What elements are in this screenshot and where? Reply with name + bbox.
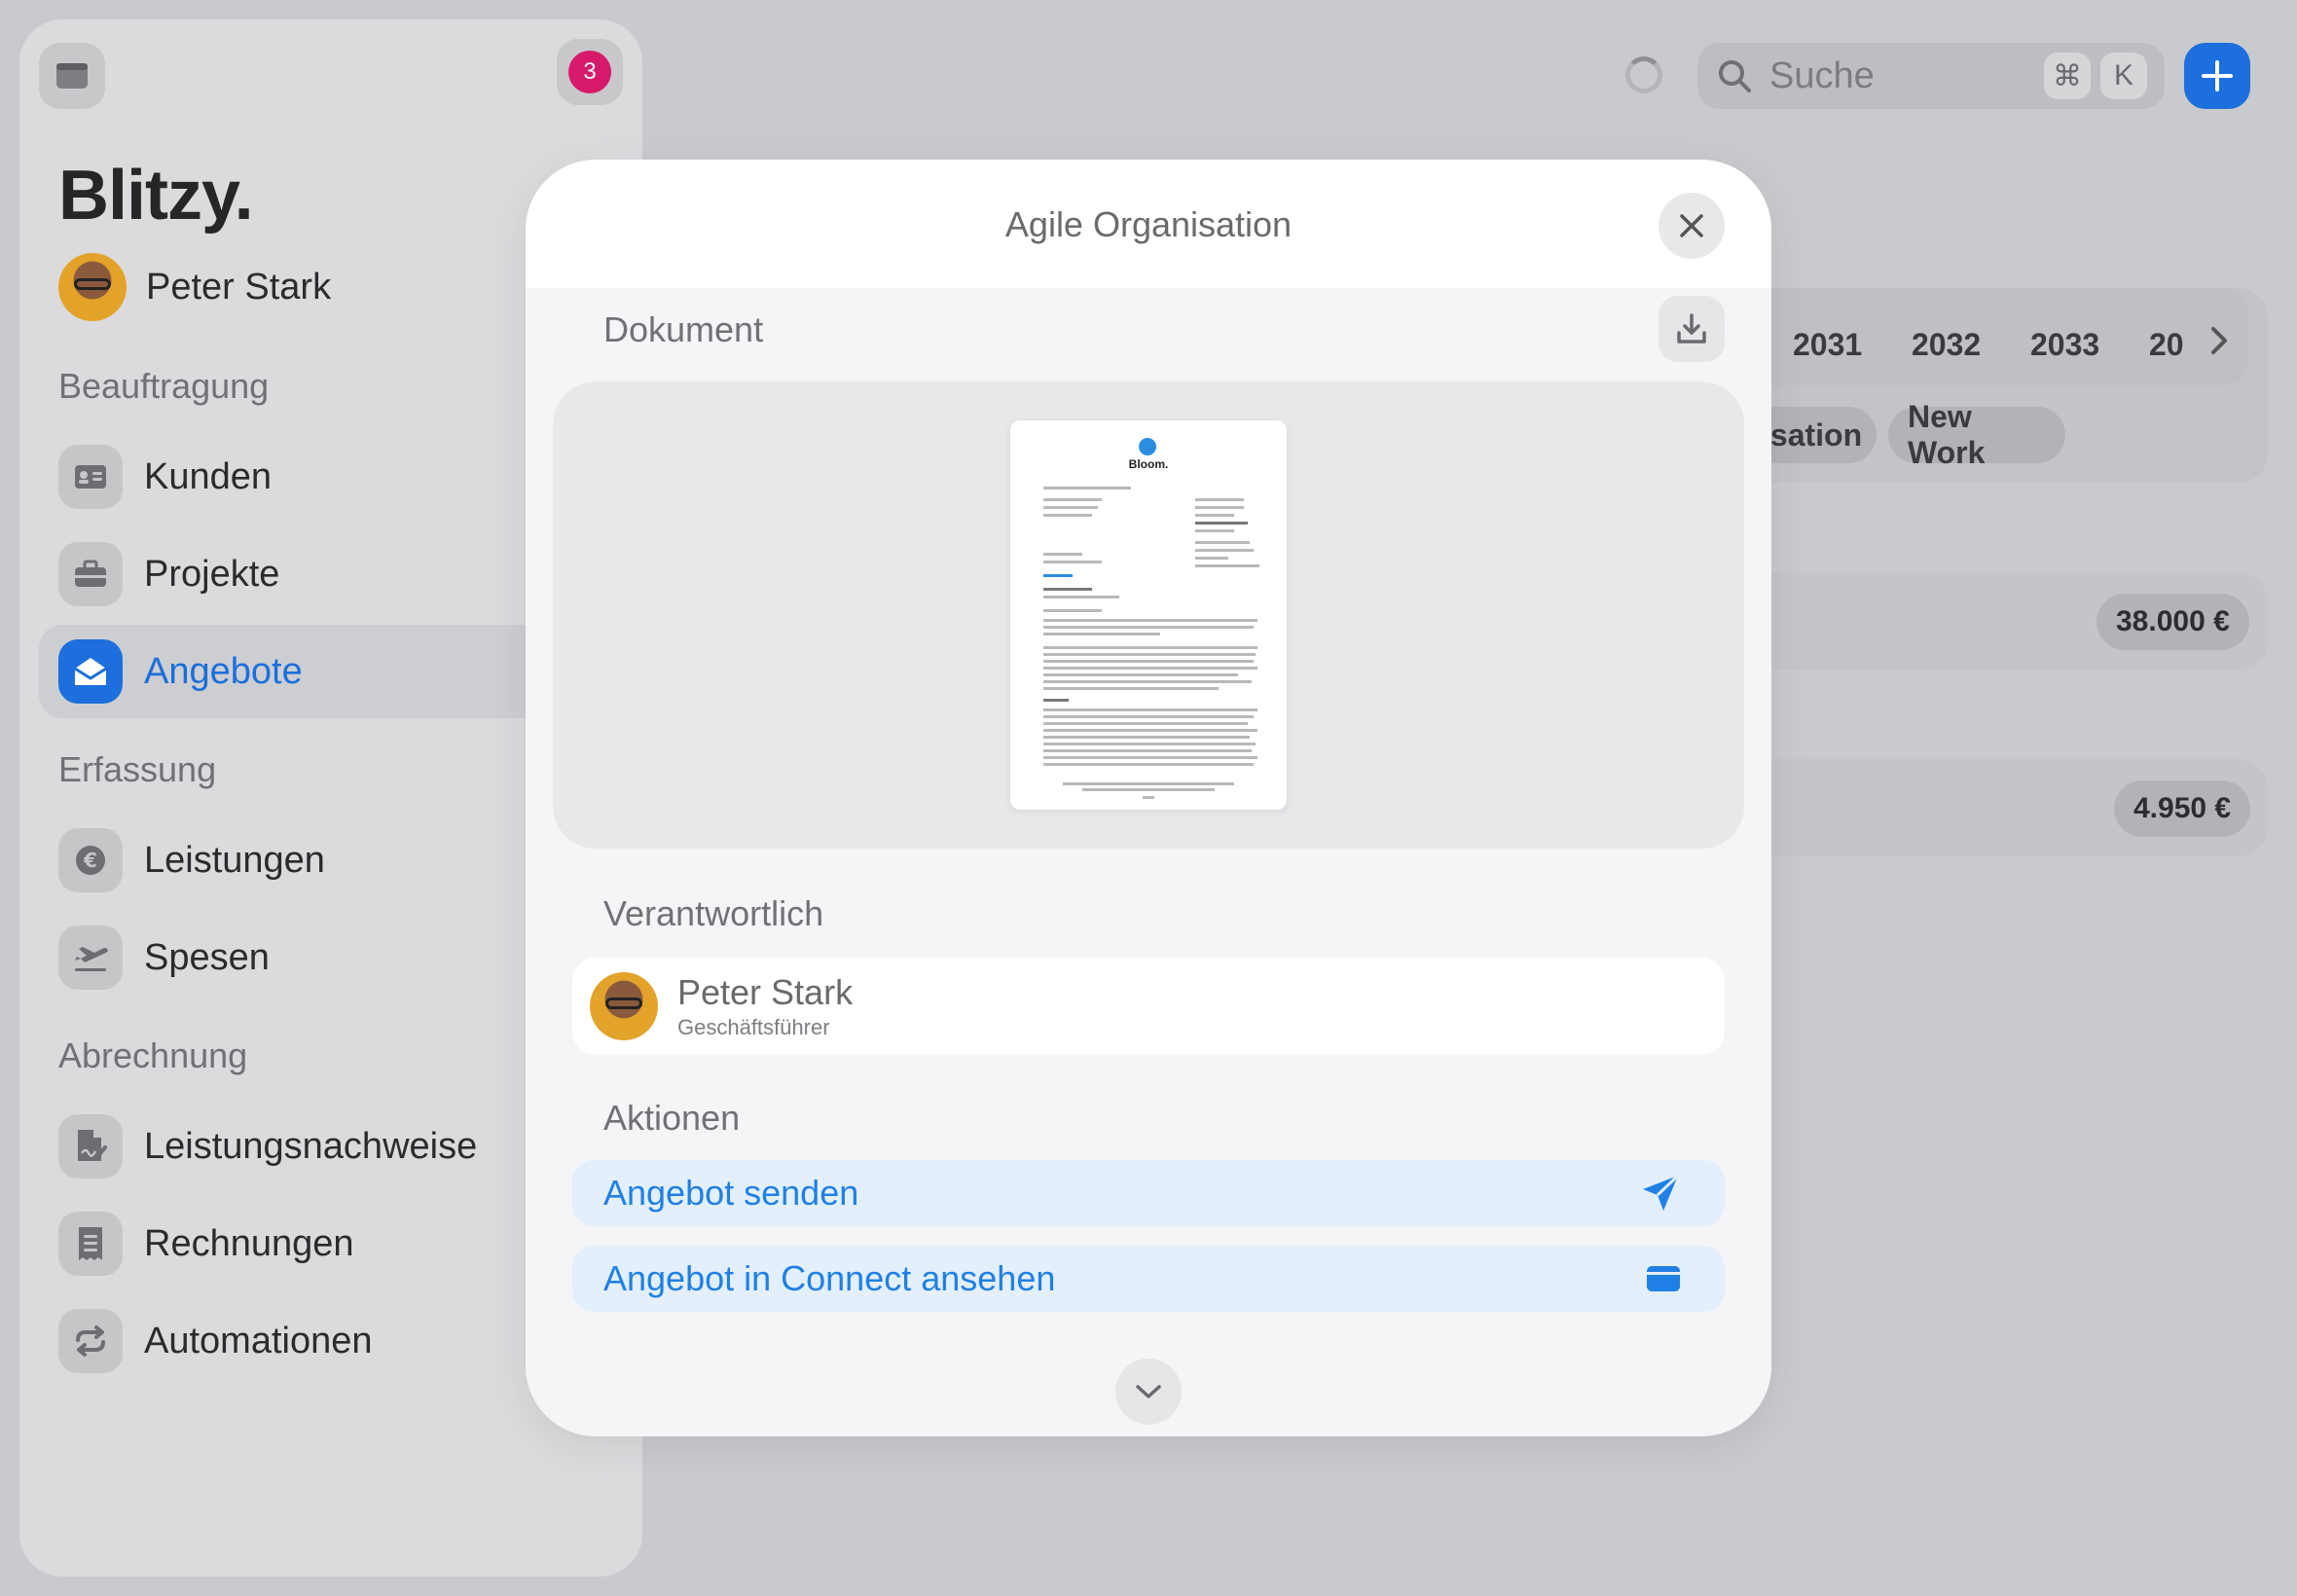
window-icon: [1645, 1264, 1682, 1293]
close-button[interactable]: [1659, 193, 1725, 259]
brand-logo: Blitzy.: [58, 157, 254, 235]
euro-coin-icon: €: [58, 828, 123, 892]
sidebar-item-label: Spesen: [144, 936, 270, 978]
repeat-icon: [58, 1309, 123, 1373]
loading-spinner: [1625, 56, 1662, 93]
sidebar-icon: [55, 61, 90, 91]
sidebar-item-label: Leistungsnachweise: [144, 1125, 478, 1167]
search-icon: [1715, 56, 1754, 95]
paper-plane-icon: [1639, 1172, 1682, 1215]
search-label: Suche: [1769, 54, 1875, 96]
sidebar-item-label: Projekte: [144, 553, 280, 595]
sidebar-item-label: Rechnungen: [144, 1222, 354, 1264]
avatar: [590, 972, 658, 1040]
document-preview[interactable]: Bloom.: [553, 381, 1744, 849]
action-label: Angebot in Connect ansehen: [603, 1258, 1056, 1298]
logo-mark-icon: [1139, 438, 1156, 455]
amount-badge: 38.000 €: [2096, 594, 2249, 650]
section-beauftragung: Beauftragung: [58, 366, 270, 406]
chevron-right-icon[interactable]: [2206, 323, 2233, 358]
envelope-open-icon: [58, 639, 123, 704]
year-selector[interactable]: 2031 2032 2033 20: [1742, 288, 2248, 385]
add-button[interactable]: [2184, 43, 2250, 109]
avatar: [58, 253, 127, 321]
section-aktionen: Aktionen: [603, 1098, 741, 1138]
year-2033[interactable]: 2033: [2030, 327, 2099, 363]
receipt-icon: [58, 1212, 123, 1276]
section-dokument: Dokument: [603, 309, 764, 349]
section-abrechnung: Abrechnung: [58, 1035, 248, 1075]
send-offer-button[interactable]: Angebot senden: [572, 1160, 1725, 1226]
year-2031[interactable]: 2031: [1793, 327, 1862, 363]
responsible-person-card[interactable]: Peter Stark Geschäftsführer: [572, 958, 1725, 1055]
shortcut-k-key: K: [2100, 53, 2147, 99]
scroll-down-button[interactable]: [1115, 1359, 1182, 1425]
view-in-connect-button[interactable]: Angebot in Connect ansehen: [572, 1246, 1725, 1312]
modal-title: Agile Organisation: [1004, 204, 1293, 244]
airplane-departure-icon: [58, 925, 123, 990]
chevron-down-icon: [1133, 1382, 1164, 1401]
sidebar-item-label: Kunden: [144, 455, 273, 497]
tag-new-work[interactable]: New Work: [1888, 399, 2065, 470]
notifications-button[interactable]: 3: [557, 39, 623, 105]
year-2032[interactable]: 2032: [1912, 327, 1981, 363]
offer-detail-modal: Agile Organisation Dokument Bloom. Veran…: [526, 160, 1771, 1436]
document-logo: Bloom.: [1128, 457, 1169, 471]
sidebar-item-label: Leistungen: [144, 839, 325, 881]
contact-card-icon: [58, 445, 123, 509]
sidebar-item-label: Automationen: [144, 1320, 373, 1361]
download-icon: [1674, 311, 1709, 346]
person-role: Geschäftsführer: [677, 1015, 830, 1039]
user-name: Peter Stark: [146, 266, 332, 308]
briefcase-icon: [58, 542, 123, 606]
sidebar-item-label: Angebote: [144, 650, 303, 692]
user-profile[interactable]: Peter Stark: [58, 253, 331, 321]
svg-text:€: €: [83, 849, 97, 872]
search-field[interactable]: Suche ⌘ K: [1697, 43, 2165, 109]
close-icon: [1677, 211, 1706, 240]
plus-icon: [2200, 58, 2235, 93]
person-name: Peter Stark: [677, 972, 854, 1012]
section-erfassung: Erfassung: [58, 749, 217, 789]
amount-badge: 4.950 €: [2114, 780, 2251, 837]
section-verantwortlich: Verantwortlich: [603, 893, 824, 933]
year-partial[interactable]: 20: [2149, 327, 2184, 363]
document-signature-icon: [58, 1114, 123, 1179]
notification-badge: 3: [568, 51, 611, 93]
shortcut-command-key: ⌘: [2044, 53, 2091, 99]
download-button[interactable]: [1659, 296, 1725, 362]
toggle-sidebar-button[interactable]: [39, 43, 105, 109]
document-thumbnail[interactable]: Bloom.: [1010, 420, 1287, 810]
action-label: Angebot senden: [603, 1173, 859, 1213]
